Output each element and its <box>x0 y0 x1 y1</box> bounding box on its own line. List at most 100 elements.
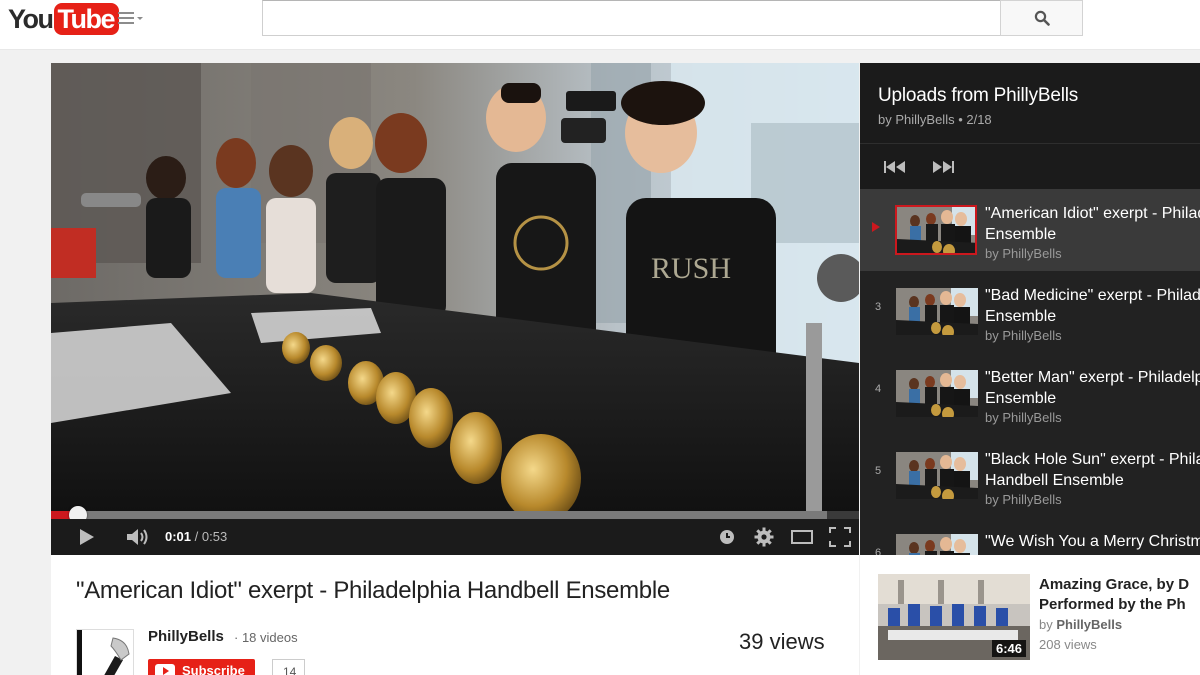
fullscreen-icon <box>829 527 851 547</box>
watch-later-button[interactable] <box>715 519 739 555</box>
playlist-item-title: "We Wish You a Merry Christmas" <box>985 533 1200 550</box>
gear-icon <box>754 527 774 547</box>
subscribe-button[interactable]: Subscribe <box>148 659 255 675</box>
related-by-prefix: by <box>1039 617 1057 632</box>
playlist-item[interactable]: 3 "Bad Medicine" exerpt - Philadelphia Ens… <box>860 271 1200 353</box>
time-separator: / <box>191 529 202 544</box>
playlist-item-title: "American Idiot" exerpt - Philadelphia <box>985 205 1200 222</box>
playlist-item-index: 6 <box>874 547 882 555</box>
fullscreen-button[interactable] <box>825 519 855 555</box>
previous-icon <box>884 161 905 173</box>
handbell-avatar-image <box>77 630 133 675</box>
player-controls: 0:01 / 0:53 <box>51 519 859 555</box>
video-frame[interactable]: RUSH <box>51 63 859 511</box>
playlist-item-channel: by PhillyBells <box>985 246 1062 261</box>
svg-text:RUSH: RUSH <box>651 252 731 285</box>
play-button[interactable] <box>71 519 101 555</box>
playlist-item[interactable]: 4 "Better Man" exerpt - Philadelphia Ensem… <box>860 353 1200 435</box>
playlist-item-title: "Better Man" exerpt - Philadelphia <box>985 369 1200 386</box>
view-count: 39 views <box>739 629 825 654</box>
theater-mode-icon <box>791 530 813 544</box>
playlist-item-channel: by PhillyBells <box>985 492 1062 507</box>
playlist-item-text: "Black Hole Sun" exerpt - Philadelphia Ha… <box>985 449 1200 507</box>
related-title-line1: Amazing Grace, by D <box>1039 576 1190 593</box>
progress-bar[interactable] <box>51 506 859 524</box>
settings-button[interactable] <box>751 519 777 555</box>
previous-video-button[interactable] <box>880 144 910 190</box>
playlist-item-thumbnail[interactable] <box>896 370 978 417</box>
subscriber-count: 14 <box>272 659 306 675</box>
playlist-thumbnail-image <box>896 288 978 335</box>
playlist-title[interactable]: Uploads from PhillyBells <box>878 85 1078 107</box>
search-input[interactable] <box>263 1 1000 35</box>
clock-icon <box>720 530 734 544</box>
playlist-item[interactable]: 6 "We Wish You a Merry Christmas" <box>860 517 1200 555</box>
playlist-item-text: "We Wish You a Merry Christmas" <box>985 531 1200 552</box>
playlist-item[interactable]: 5 "Black Hole Sun" exerpt - Philadelphia H… <box>860 435 1200 517</box>
watch-info: "American Idiot" exerpt - Philadelphia H… <box>51 555 859 675</box>
progress-buffered <box>51 511 827 519</box>
video-title: "American Idiot" exerpt - Philadelphia H… <box>76 577 670 604</box>
playlist-thumbnail-image <box>896 452 978 499</box>
mute-button[interactable] <box>123 519 153 555</box>
related-title[interactable]: Amazing Grace, by D Performed by the Ph <box>1039 575 1200 615</box>
playlist-item-thumbnail[interactable] <box>896 288 978 335</box>
playlist-subtitle: by PhillyBells • 2/18 <box>878 112 992 127</box>
channel-name[interactable]: PhillyBells <box>148 628 224 645</box>
playlist-thumbnail-image <box>896 370 978 417</box>
playlist-item-title-line2: Handbell Ensemble <box>985 472 1124 489</box>
caret-down-icon <box>137 16 143 20</box>
search-icon <box>1034 10 1050 26</box>
time-display: 0:01 / 0:53 <box>165 519 227 555</box>
playlist-item-thumbnail[interactable] <box>895 205 977 255</box>
time-current: 0:01 <box>165 529 192 544</box>
playlist-item-title: "Black Hole Sun" exerpt - Philadelphia <box>985 451 1200 468</box>
subscribe-label: Subscribe <box>182 663 245 675</box>
playlist-item-channel: by PhillyBells <box>985 328 1062 343</box>
hamburger-icon <box>118 12 134 24</box>
playlist-item-title-line2: Ensemble <box>985 308 1057 325</box>
related-duration: 6:46 <box>991 640 1026 657</box>
channel-video-count[interactable]: · 18 videos <box>234 630 298 645</box>
playlist-item-text: "Better Man" exerpt - Philadelphia Ensemb… <box>985 367 1200 425</box>
next-icon <box>933 161 954 173</box>
related-views: 208 views <box>1039 637 1097 652</box>
playlist-item-index: 3 <box>874 301 882 313</box>
search-button[interactable] <box>1000 0 1083 36</box>
logo-you-text: You <box>8 4 54 34</box>
playlist-header: Uploads from PhillyBells by PhillyBells … <box>860 63 1200 143</box>
video-player[interactable]: RUSH 0:01 / 0:53 <box>51 63 859 555</box>
next-video-button[interactable] <box>928 144 958 190</box>
playlist-item-thumbnail[interactable] <box>896 452 978 499</box>
logo-tube-text: Tube <box>53 3 119 35</box>
playlist-item-index: 4 <box>874 383 882 395</box>
related-channel[interactable]: by PhillyBells <box>1039 617 1122 632</box>
related-title-line2: Performed by the Ph <box>1039 596 1186 613</box>
now-playing-arrow-icon <box>872 222 880 232</box>
related-video[interactable]: 6:46 Amazing Grace, by D Performed by th… <box>860 555 1200 675</box>
playlist-item-thumbnail[interactable] <box>896 534 978 555</box>
youtube-logo[interactable]: You Tube <box>8 2 119 36</box>
size-toggle-button[interactable] <box>788 519 816 555</box>
time-total: 0:53 <box>201 529 228 544</box>
guide-menu-button[interactable] <box>118 9 150 27</box>
volume-icon <box>127 529 148 545</box>
search-box <box>262 0 1001 36</box>
related-channel-name: PhillyBells <box>1056 617 1123 632</box>
playlist-item[interactable]: "American Idiot" exerpt - Philadelphia En… <box>860 189 1200 271</box>
playlist-thumbnail-image <box>897 207 975 253</box>
playlist-item-index: 5 <box>874 465 882 477</box>
playlist-item-title: "Bad Medicine" exerpt - Philadelphia <box>985 287 1200 304</box>
playlist-item-text: "Bad Medicine" exerpt - Philadelphia Ense… <box>985 285 1200 343</box>
masthead: You Tube <box>0 0 1200 50</box>
play-icon <box>80 529 94 545</box>
playlist-item-title-line2: Ensemble <box>985 226 1057 243</box>
playlist-panel: Uploads from PhillyBells by PhillyBells … <box>860 63 1200 555</box>
playlist-thumbnail-image <box>896 534 978 555</box>
playlist-nav <box>860 143 1200 189</box>
related-thumbnail[interactable]: 6:46 <box>878 574 1030 660</box>
channel-avatar[interactable] <box>76 629 134 675</box>
playlist-item-text: "American Idiot" exerpt - Philadelphia En… <box>985 203 1200 261</box>
youtube-play-icon <box>155 664 175 675</box>
playlist-item-title-line2: Ensemble <box>985 390 1057 407</box>
